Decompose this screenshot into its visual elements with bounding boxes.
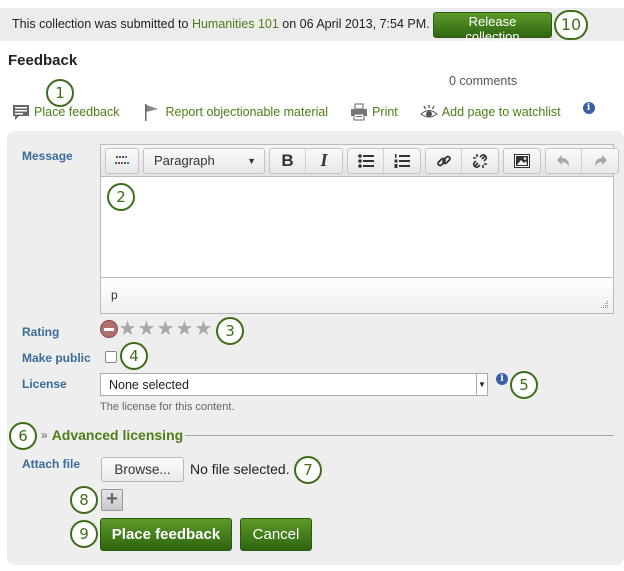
editor-toolbar: Paragraph ▼ B I — [101, 145, 619, 177]
make-public-checkbox[interactable] — [105, 351, 117, 363]
license-help-text: The license for this content. — [100, 401, 235, 413]
no-file-text: No file selected. — [190, 461, 290, 477]
make-public-label: Make public — [22, 351, 91, 365]
feedback-actions: Place feedback Report objectionable mate… — [12, 102, 595, 121]
cancel-rating-icon[interactable] — [100, 320, 118, 338]
element-path[interactable]: p — [111, 288, 118, 302]
license-label: License — [22, 377, 67, 391]
place-feedback-link[interactable]: Place feedback — [12, 104, 119, 120]
bullet-list-icon — [357, 153, 374, 168]
add-attachment-button[interactable]: + — [101, 489, 123, 511]
dropdown-arrow-icon: ▼ — [476, 374, 487, 395]
callout-5: 5 — [510, 371, 538, 399]
italic-button[interactable]: I — [306, 149, 342, 173]
editor-statusbar: p — [101, 277, 613, 313]
feedback-heading: Feedback — [8, 52, 78, 69]
numbered-list-button[interactable] — [384, 149, 420, 173]
callout-8: 8 — [70, 486, 98, 514]
divider — [185, 434, 614, 436]
submission-text: This collection was submitted to Humanit… — [12, 17, 430, 31]
redo-button[interactable] — [582, 149, 618, 173]
chevron-right-icon: » — [41, 428, 48, 442]
toolbar-toggle-icon — [115, 155, 129, 164]
comment-count: 0 comments — [449, 74, 518, 88]
bullet-list-button[interactable] — [348, 148, 384, 173]
message-editor: Paragraph ▼ B I p — [100, 144, 619, 314]
callout-9: 9 — [70, 520, 98, 548]
toggle-toolbar-button[interactable] — [106, 149, 138, 173]
rating-label: Rating — [22, 325, 60, 339]
star-icon[interactable]: ★ — [175, 319, 194, 339]
redo-icon — [595, 154, 607, 167]
star-icon[interactable]: ★ — [137, 319, 156, 339]
star-icon[interactable]: ★ — [156, 319, 175, 339]
undo-button[interactable] — [546, 148, 582, 173]
callout-4: 4 — [120, 342, 148, 370]
place-feedback-button[interactable]: Place feedback — [100, 518, 232, 551]
unlink-icon — [472, 153, 488, 168]
release-collection-button[interactable]: Release collection — [433, 12, 552, 44]
callout-7: 7 — [294, 456, 322, 484]
add-watchlist-link[interactable]: Add page to watchlist — [419, 104, 561, 120]
group-link[interactable]: Humanities 101 — [192, 17, 279, 31]
attach-file-label: Attach file — [22, 457, 81, 471]
license-info-icon[interactable]: i — [496, 373, 508, 385]
star-icon[interactable]: ★ — [118, 319, 137, 339]
message-label: Message — [22, 149, 73, 163]
star-icon[interactable]: ★ — [194, 319, 213, 339]
info-icon[interactable]: i — [582, 102, 595, 114]
cancel-button[interactable]: Cancel — [240, 518, 312, 551]
link-button[interactable] — [426, 148, 462, 173]
link-icon — [436, 155, 451, 166]
report-objectionable-link[interactable]: Report objectionable material — [143, 103, 328, 121]
unlink-button[interactable] — [462, 149, 498, 173]
callout-6: 6 — [9, 422, 37, 450]
callout-3: 3 — [216, 317, 244, 345]
rating-stars: ★ ★ ★ ★ ★ — [100, 319, 213, 339]
flag-icon — [145, 104, 159, 121]
eye-icon — [419, 105, 438, 118]
numbered-list-icon — [394, 153, 410, 168]
message-textarea[interactable] — [101, 177, 613, 277]
callout-10: 10 — [554, 10, 588, 40]
advanced-licensing-toggle[interactable]: » Advanced licensing — [41, 427, 614, 443]
resize-handle-icon[interactable] — [601, 301, 609, 309]
dropdown-arrow-icon: ▼ — [247, 155, 256, 166]
browse-button[interactable]: Browse... — [101, 457, 184, 482]
image-icon — [514, 153, 530, 168]
print-link[interactable]: Print — [350, 103, 398, 121]
format-select[interactable]: Paragraph ▼ — [144, 149, 264, 173]
image-button[interactable] — [504, 149, 540, 173]
printer-icon — [351, 103, 368, 121]
undo-icon — [556, 154, 569, 167]
comment-icon — [13, 105, 29, 120]
callout-2: 2 — [107, 183, 135, 211]
bold-button[interactable]: B — [270, 148, 306, 173]
license-select[interactable]: None selected ▼ — [100, 373, 488, 396]
